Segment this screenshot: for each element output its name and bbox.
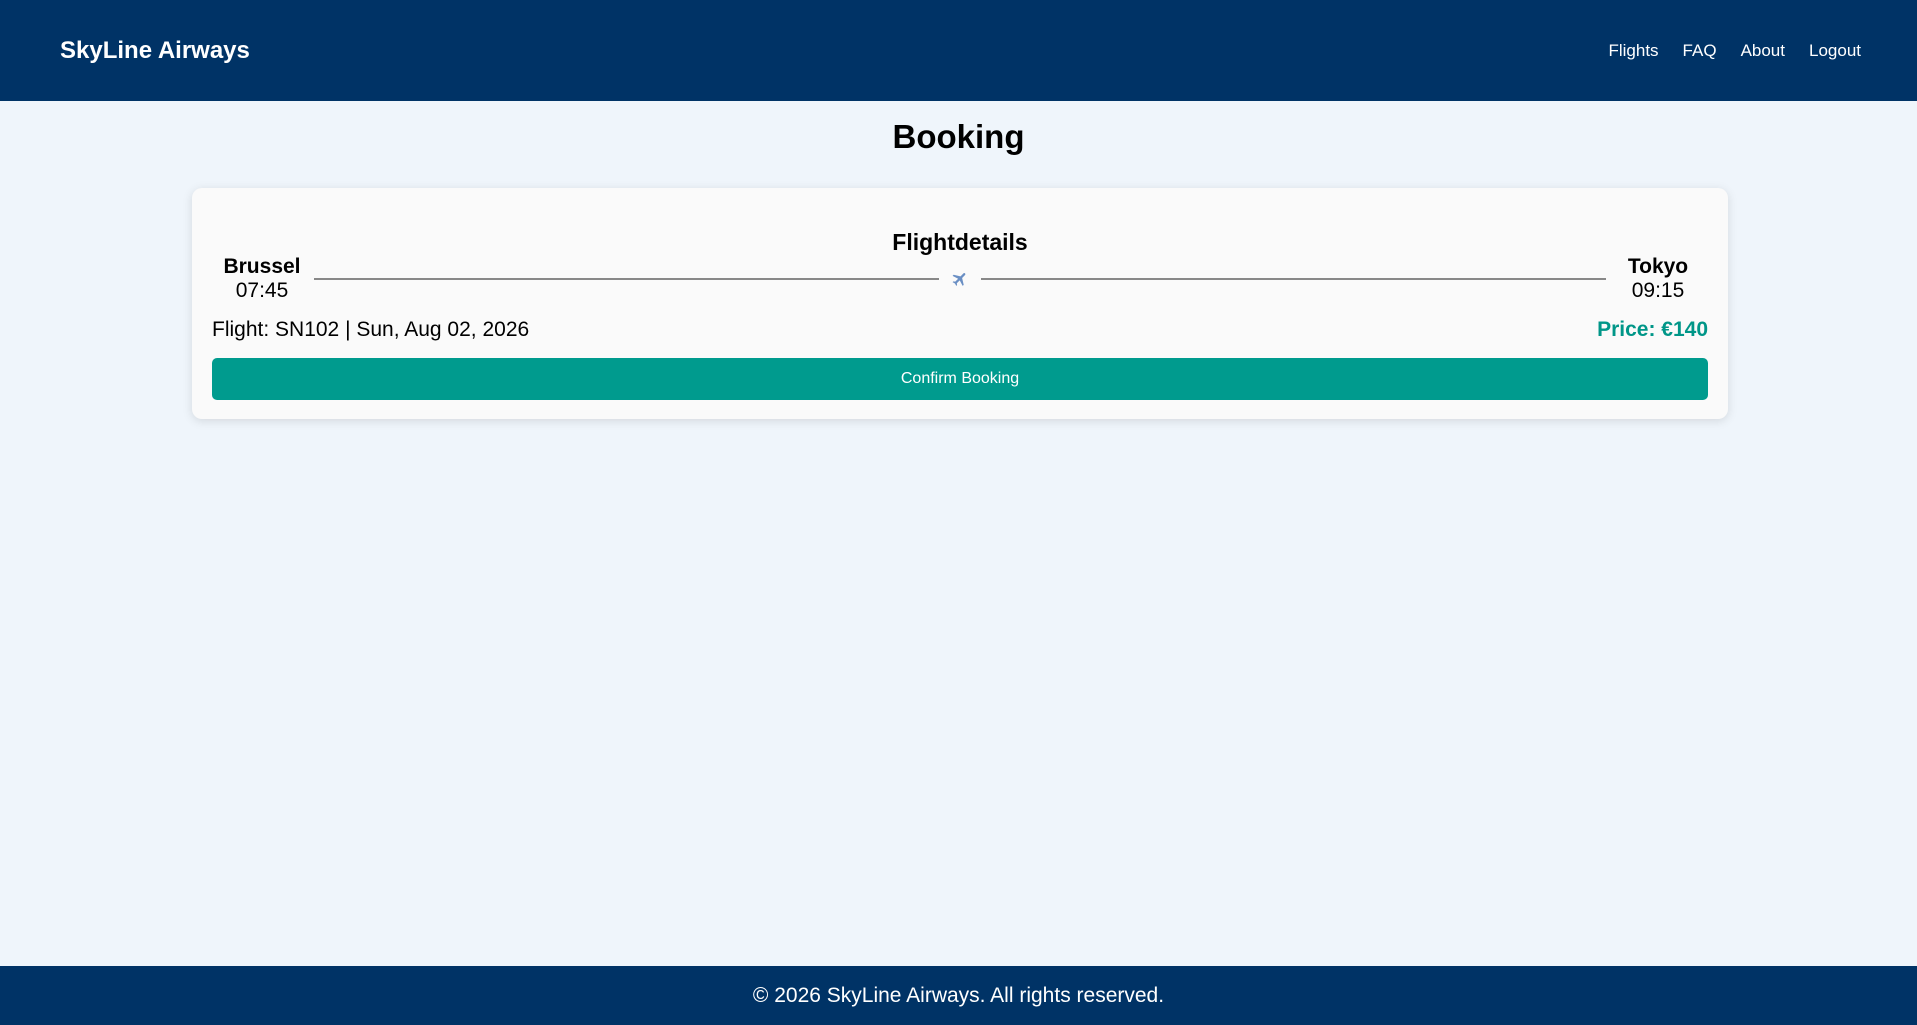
origin: Brussel 07:45 bbox=[212, 255, 312, 303]
nav-faq[interactable]: FAQ bbox=[1683, 41, 1717, 61]
site-footer: © 2026 SkyLine Airways. All rights reser… bbox=[0, 966, 1917, 1025]
flight-info-row: Flight: SN102 | Sun, Aug 02, 2026 Price:… bbox=[212, 318, 1708, 342]
origin-city: Brussel bbox=[223, 255, 301, 278]
arrival-time: 09:15 bbox=[1631, 279, 1685, 302]
footer-copyright: © 2026 SkyLine Airways. All rights reser… bbox=[752, 983, 1165, 1007]
main-nav: Flights FAQ About Logout bbox=[1608, 41, 1861, 61]
route-line-left bbox=[314, 278, 939, 280]
price: Price: €140 bbox=[1597, 318, 1708, 341]
flight-info: Flight: SN102 | Sun, Aug 02, 2026 bbox=[212, 318, 530, 341]
route-line bbox=[312, 270, 1608, 288]
card-title: Flightdetails bbox=[892, 229, 1028, 255]
nav-flights[interactable]: Flights bbox=[1608, 41, 1658, 61]
nav-logout[interactable]: Logout bbox=[1809, 41, 1861, 61]
route-line-right bbox=[981, 278, 1606, 280]
page-title: Booking bbox=[892, 118, 1025, 155]
destination: Tokyo 09:15 bbox=[1608, 255, 1708, 303]
brand-logo[interactable]: SkyLine Airways bbox=[60, 37, 250, 65]
flight-details-card: Flightdetails Brussel 07:45 Tokyo 09:15 … bbox=[192, 188, 1728, 419]
nav-about[interactable]: About bbox=[1741, 41, 1785, 61]
confirm-booking-button[interactable]: Confirm Booking bbox=[212, 358, 1708, 400]
destination-city: Tokyo bbox=[1627, 255, 1689, 278]
flight-route: Brussel 07:45 Tokyo 09:15 bbox=[212, 254, 1708, 304]
airplane-icon bbox=[939, 270, 981, 288]
departure-time: 07:45 bbox=[235, 279, 289, 302]
site-header: SkyLine Airways Flights FAQ About Logout bbox=[0, 0, 1917, 101]
